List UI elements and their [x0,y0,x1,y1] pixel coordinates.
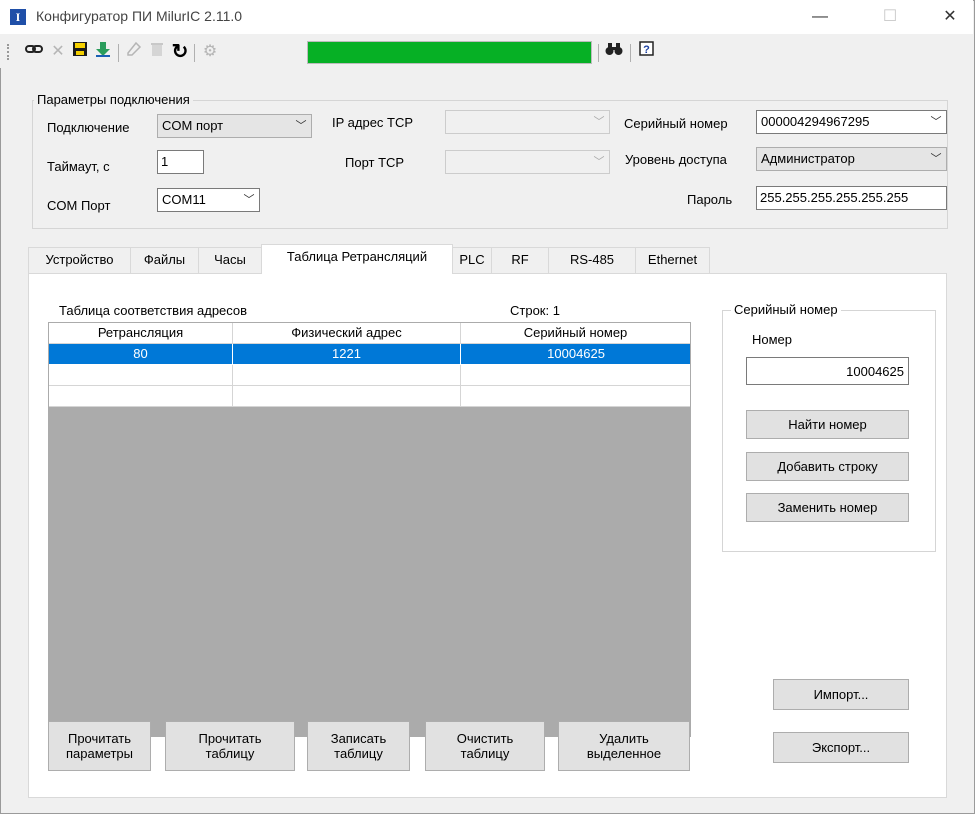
table-cell[interactable]: 10004625 [461,344,690,365]
save-icon[interactable] [70,41,90,63]
button-label: Прочитать [67,731,132,746]
table-cell[interactable] [49,365,233,386]
read-table-button[interactable]: Прочитать таблицу [165,721,295,771]
window-title: Конфигуратор ПИ MilurIC 2.11.0 [36,8,243,24]
ip-label: IP адрес TCP [332,115,414,130]
tab-files[interactable]: Файлы [130,247,199,273]
add-row-button[interactable]: Добавить строку [746,452,909,481]
link-icon[interactable] [24,41,44,63]
progress-bar [307,41,592,64]
serial-select[interactable]: 000004294967295 ﹀ [756,110,947,134]
number-input[interactable]: 10004625 [746,357,909,385]
button-label: Удалить [599,731,649,746]
export-button[interactable]: Экспорт... [773,732,909,763]
button-label: таблицу [460,746,510,761]
connection-value: COM порт [162,118,224,133]
chevron-down-icon: ﹀ [930,153,942,165]
close-button[interactable]: ✕ [927,0,973,34]
access-label: Уровень доступа [625,152,727,167]
download-icon[interactable] [93,41,113,63]
table-row[interactable]: 80 1221 10004625 [49,344,690,365]
disconnect-icon[interactable]: ✕ [48,41,68,63]
table-header: Ретрансляция Физический адрес Серийный н… [49,323,690,344]
maximize-button[interactable]: ☐ [867,0,913,34]
toolbar-separator [194,44,195,62]
connection-group-title: Параметры подключения [34,92,193,107]
number-label: Номер [752,332,793,347]
table-title: Таблица соответствия адресов [59,303,248,318]
tab-clock[interactable]: Часы [198,247,262,273]
write-table-button[interactable]: Записать таблицу [307,721,410,771]
chevron-down-icon: ﹀ [295,120,307,132]
clear-table-button[interactable]: Очистить таблицу [425,721,545,771]
tab-relay-table[interactable]: Таблица Ретрансляций [261,244,453,274]
trash-icon[interactable] [147,41,167,63]
read-params-button[interactable]: Прочитать параметры [48,721,151,771]
connection-label: Подключение [47,120,130,135]
button-label: параметры [66,746,133,761]
serial-group-title: Серийный номер [731,302,841,317]
column-header[interactable]: Серийный номер [461,323,690,343]
tab-device[interactable]: Устройство [28,247,131,273]
serial-label: Серийный номер [624,116,728,131]
column-header[interactable]: Ретрансляция [49,323,233,343]
com-port-select[interactable]: COM11 ﹀ [157,188,260,212]
title-bar[interactable]: I Конфигуратор ПИ MilurIC 2.11.0 — ☐ ✕ [0,0,973,34]
button-label: Прочитать [198,731,262,746]
chevron-down-icon: ﹀ [243,194,255,206]
svg-text:?: ? [643,44,650,56]
table-cell[interactable]: 80 [49,344,233,365]
toolbar-separator [118,44,119,62]
refresh-icon[interactable]: ↻ [170,41,190,63]
tcp-port-select[interactable]: ﹀ [445,150,610,174]
button-label: таблицу [334,746,383,761]
table-row-blank [49,386,690,407]
button-label: Очистить [456,731,514,746]
serial-value: 000004294967295 [761,114,870,129]
chevron-down-icon: ﹀ [930,116,942,128]
button-label: таблицу [205,746,255,761]
chevron-down-icon: ﹀ [593,156,605,168]
tab-rf[interactable]: RF [491,247,549,273]
password-input[interactable]: 255.255.255.255.255.255 [756,186,947,210]
settings-icon[interactable]: ⚙ [200,41,220,63]
button-label: выделенное [586,746,662,761]
table-cell[interactable] [233,365,461,386]
column-header[interactable]: Физический адрес [233,323,461,343]
help-icon[interactable]: ? [637,41,657,63]
access-value: Администратор [761,151,855,166]
password-label: Пароль [687,192,733,207]
find-number-button[interactable]: Найти номер [746,410,909,439]
toolbar-separator [598,44,599,62]
import-button[interactable]: Импорт... [773,679,909,710]
connection-select[interactable]: COM порт ﹀ [157,114,312,138]
timeout-input[interactable]: 1 [157,150,204,174]
tcp-port-label: Порт TCP [345,155,405,170]
delete-selected-button[interactable]: Удалить выделенное [558,721,690,771]
minimize-button[interactable]: — [797,0,843,34]
button-label: Записать [330,731,387,746]
com-port-label: COM Порт [47,198,111,213]
timeout-label: Таймаут, с [47,159,110,174]
ip-select[interactable]: ﹀ [445,110,610,134]
tab-ethernet[interactable]: Ethernet [635,247,710,273]
table-cell[interactable]: 1221 [233,344,461,365]
com-port-value: COM11 [162,192,206,207]
binoculars-icon[interactable] [604,41,624,63]
erase-icon[interactable] [124,41,144,63]
toolbar-separator [630,44,631,62]
access-select[interactable]: Администратор ﹀ [756,147,947,171]
tab-rs485[interactable]: RS-485 [548,247,636,273]
table-row-new[interactable] [49,365,690,386]
app-icon: I [10,9,26,25]
table-cell[interactable] [461,365,690,386]
toolbar-grip[interactable] [7,44,11,60]
tab-plc[interactable]: PLC [452,247,492,273]
chevron-down-icon: ﹀ [593,116,605,128]
rows-count: Строк: 1 [510,303,560,318]
replace-number-button[interactable]: Заменить номер [746,493,909,522]
